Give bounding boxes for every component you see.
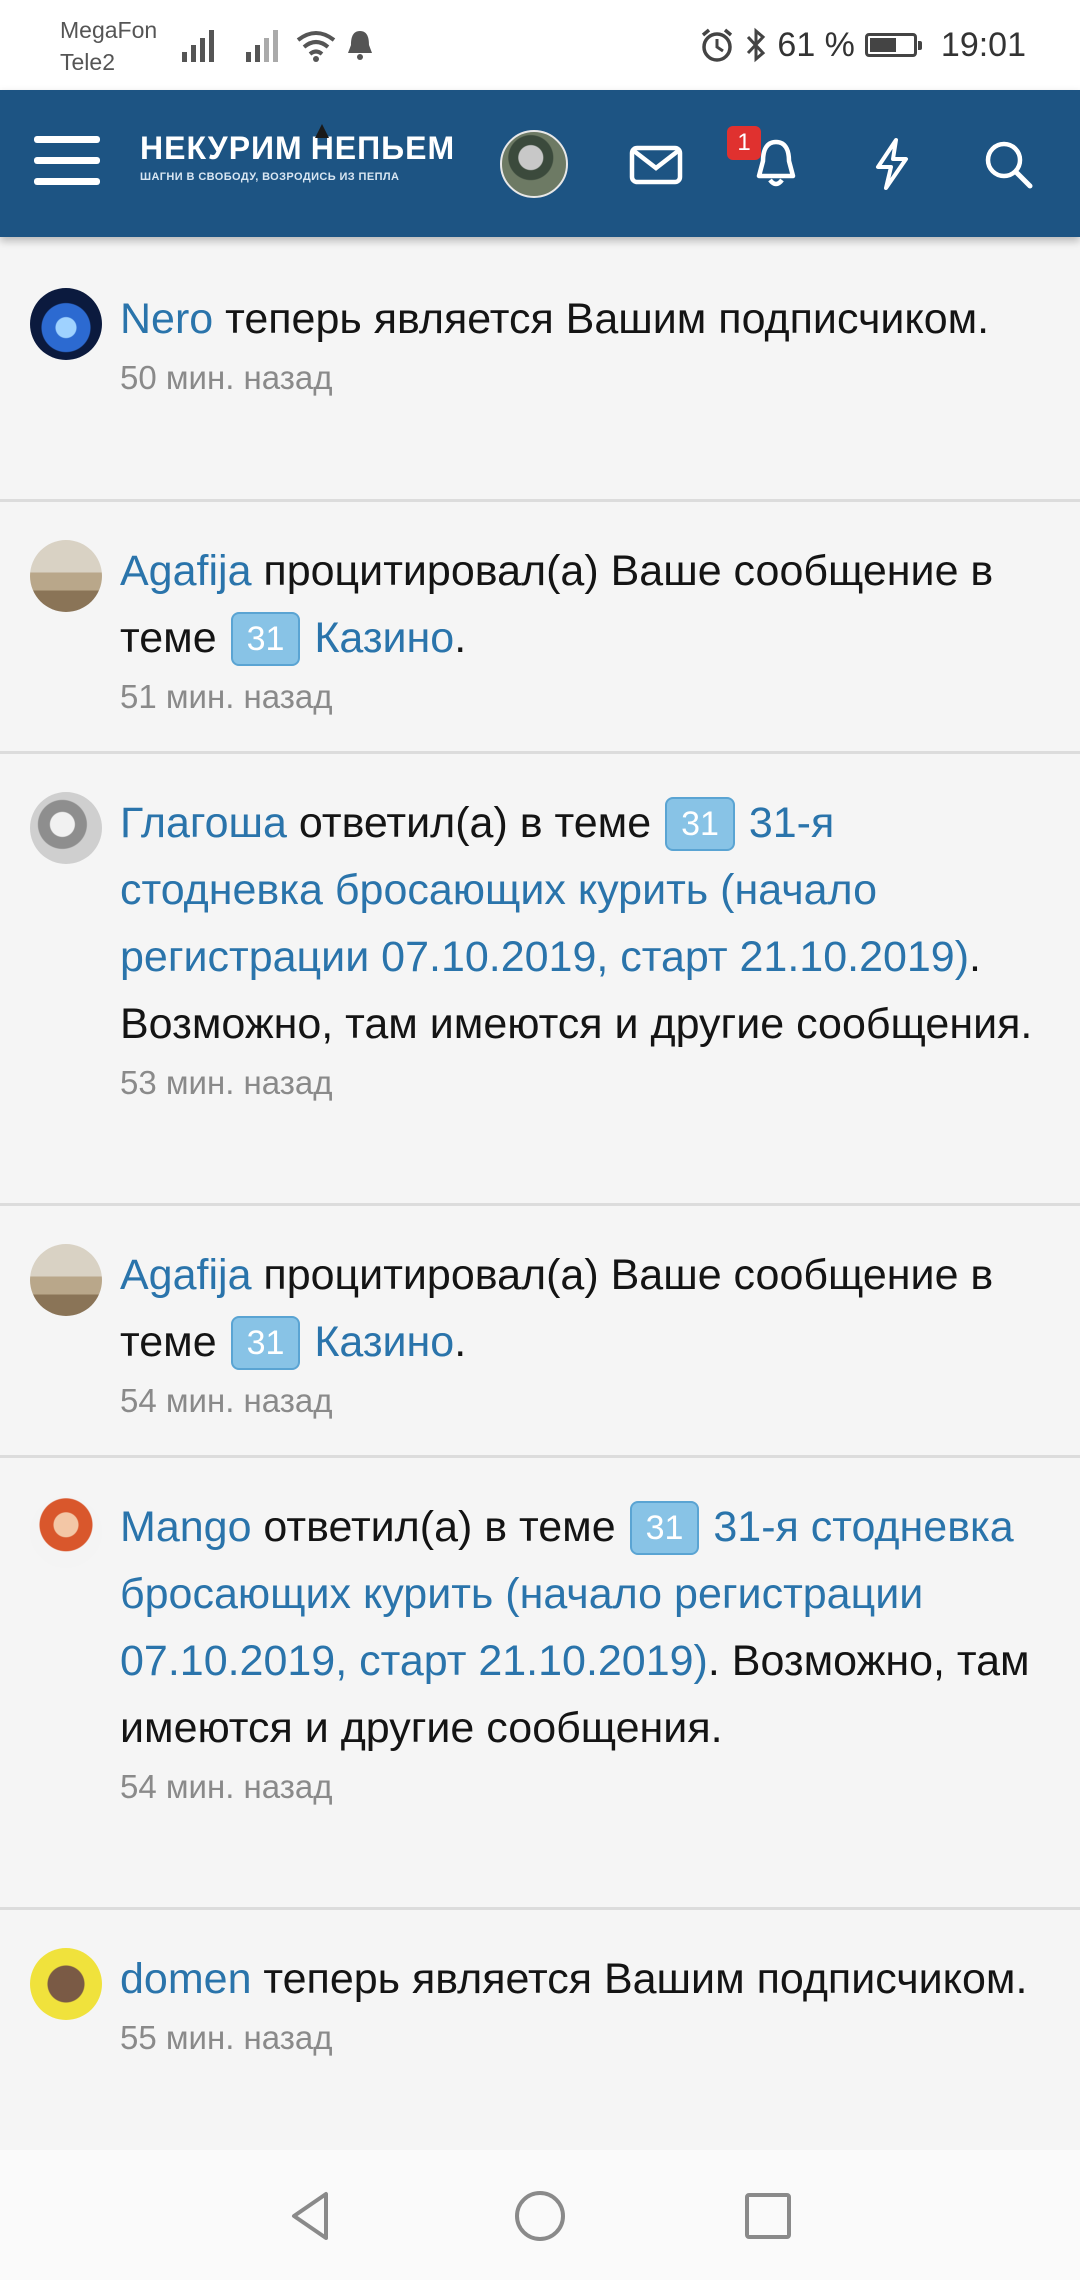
signal-2-icon bbox=[246, 30, 278, 62]
hamburger-icon[interactable] bbox=[34, 136, 100, 192]
avatar[interactable] bbox=[30, 540, 102, 612]
thread-link[interactable]: Казино bbox=[314, 1318, 454, 1366]
username-link[interactable]: Глагоша bbox=[120, 799, 287, 847]
notification-text: теперь является Вашим подписчиком. bbox=[251, 1955, 1028, 2003]
back-triangle-icon[interactable] bbox=[284, 2188, 340, 2244]
logo-subtitle: ШАГНИ В СВОБОДУ, ВОЗРОДИСЬ ИЗ ПЕПЛА bbox=[140, 171, 400, 183]
alarm-icon bbox=[702, 28, 733, 62]
thread-prefix-tag: 31 bbox=[230, 1316, 301, 1370]
avatar[interactable] bbox=[30, 792, 102, 864]
clock: 19:01 bbox=[940, 25, 1026, 64]
timestamp: 54 мин. назад bbox=[120, 1768, 333, 1805]
battery-percent: 61 % bbox=[777, 25, 855, 64]
notifications-list: Nero теперь является Вашим подписчиком. … bbox=[0, 250, 1080, 2162]
avatar[interactable] bbox=[30, 1496, 102, 1568]
notification-text-end: . bbox=[454, 614, 467, 662]
notification-item[interactable]: Mango ответил(а) в теме 31 31-я стодневк… bbox=[0, 1458, 1080, 1910]
timestamp: 55 мин. назад bbox=[120, 2019, 333, 2056]
username-link[interactable]: domen bbox=[120, 1955, 251, 2003]
wifi-icon bbox=[296, 31, 336, 62]
carrier-1: MegaFon bbox=[60, 17, 158, 43]
avatar[interactable] bbox=[30, 288, 102, 360]
notification-item[interactable]: Nero теперь является Вашим подписчиком. … bbox=[0, 250, 1080, 502]
logo-title-left: НЕКУРИМ bbox=[140, 130, 303, 166]
notification-item[interactable]: Agafija процитировал(а) Ваше сообщение в… bbox=[0, 502, 1080, 754]
avatar[interactable] bbox=[30, 1948, 102, 2020]
system-navigation-bar bbox=[0, 2150, 1080, 2280]
notification-text: ответил(а) в теме bbox=[286, 799, 664, 847]
envelope-icon[interactable] bbox=[628, 136, 684, 192]
username-link[interactable]: Mango bbox=[120, 1503, 251, 1551]
search-icon[interactable] bbox=[980, 136, 1036, 192]
bluetooth-icon bbox=[747, 27, 766, 63]
notification-text-end: . bbox=[454, 1318, 467, 1366]
notification-item[interactable]: Глагоша ответил(а) в теме 31 31-я стодне… bbox=[0, 754, 1080, 1206]
notification-text: ответил(а) в теме bbox=[251, 1503, 628, 1551]
notification-text: теперь является Вашим подписчиком. bbox=[213, 295, 990, 343]
timestamp: 50 мин. назад bbox=[120, 359, 333, 396]
home-circle-icon[interactable] bbox=[512, 2188, 568, 2244]
carrier-info: MegaFon Tele2 bbox=[60, 14, 157, 78]
username-link[interactable]: Agafija bbox=[120, 547, 251, 595]
recents-square-icon[interactable] bbox=[740, 2188, 796, 2244]
status-right: 61 % 19:01 bbox=[699, 22, 1026, 68]
thread-prefix-tag: 31 bbox=[665, 797, 735, 851]
notification-item[interactable]: domen теперь является Вашим подписчиком.… bbox=[0, 1910, 1080, 2162]
notification-item[interactable]: Agafija процитировал(а) Ваше сообщение в… bbox=[0, 1206, 1080, 1458]
lightning-icon[interactable] bbox=[864, 136, 920, 192]
signal-1-icon bbox=[182, 30, 214, 62]
notification-count-badge[interactable]: 1 bbox=[727, 126, 761, 160]
notification-bell-status-icon bbox=[348, 31, 372, 60]
thread-prefix-tag: 31 bbox=[230, 612, 301, 666]
username-link[interactable]: Agafija bbox=[120, 1251, 251, 1299]
thread-prefix-tag: 31 bbox=[629, 1501, 700, 1555]
status-bar: MegaFon Tele2 61 % 19:01 bbox=[0, 0, 1080, 90]
battery-icon bbox=[864, 33, 922, 57]
username-link[interactable]: Nero bbox=[120, 295, 213, 343]
timestamp: 51 мин. назад bbox=[120, 678, 333, 715]
site-logo[interactable]: НЕКУРИМ НЕПЬЕМ ШАГНИ В СВОБОДУ, ВОЗРОДИС… bbox=[140, 123, 454, 200]
logo-title-right: НЕПЬЕМ bbox=[310, 130, 456, 166]
timestamp: 53 мин. назад bbox=[120, 1064, 333, 1101]
carrier-2: Tele2 bbox=[60, 49, 115, 75]
app-header: НЕКУРИМ НЕПЬЕМ ШАГНИ В СВОБОДУ, ВОЗРОДИС… bbox=[0, 90, 1080, 237]
user-avatar[interactable] bbox=[500, 130, 568, 198]
avatar[interactable] bbox=[30, 1244, 102, 1316]
timestamp: 54 мин. назад bbox=[120, 1382, 333, 1419]
thread-link[interactable]: Казино bbox=[314, 614, 454, 662]
